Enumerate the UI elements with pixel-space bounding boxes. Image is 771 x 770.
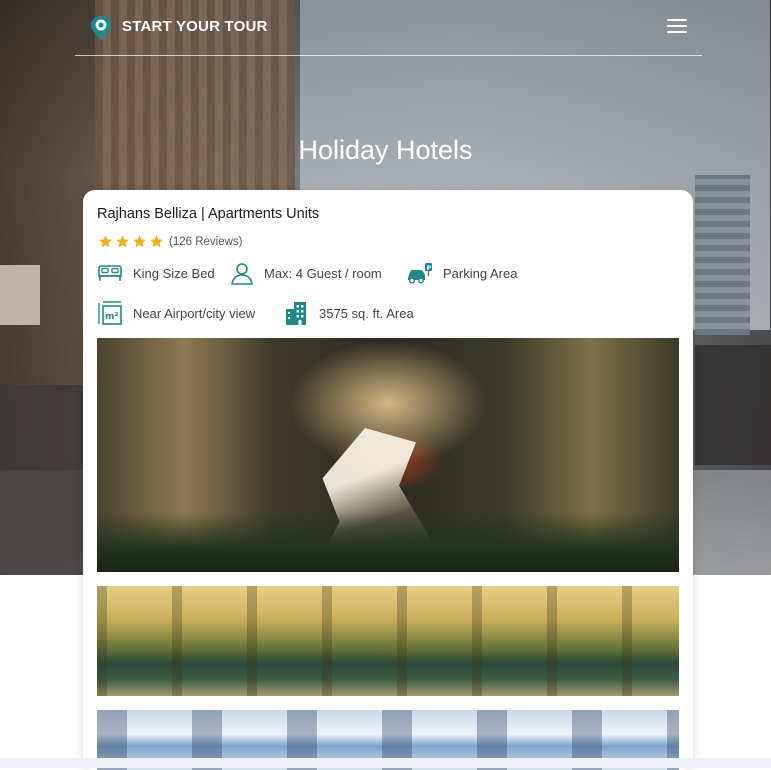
area-m2-icon: m² bbox=[98, 301, 122, 325]
hotel-card[interactable]: Rajhans Belliza | Apartments Units (126 … bbox=[83, 190, 693, 770]
feature-area: 3575 sq. ft. Area bbox=[283, 300, 414, 326]
star-icon bbox=[150, 235, 163, 248]
feature-bed: King Size Bed bbox=[97, 263, 215, 283]
feature-bed-label: King Size Bed bbox=[133, 265, 215, 281]
svg-text:m²: m² bbox=[105, 312, 118, 322]
feature-parking-label: Parking Area bbox=[443, 265, 518, 281]
svg-text:P: P bbox=[427, 264, 432, 272]
top-navbar: START YOUR TOUR bbox=[75, 0, 702, 56]
hero-background-sofa bbox=[0, 385, 95, 575]
hamburger-menu-icon[interactable] bbox=[667, 19, 687, 35]
bed-icon bbox=[98, 265, 122, 281]
review-count[interactable]: (126 Reviews) bbox=[169, 236, 243, 248]
parking-car-icon: P bbox=[408, 263, 432, 284]
building-icon bbox=[286, 302, 306, 325]
feature-guests-label: Max: 4 Guest / room bbox=[264, 265, 382, 281]
hotel-rating: (126 Reviews) bbox=[98, 234, 243, 249]
user-icon bbox=[231, 263, 253, 285]
hero-background-table bbox=[695, 345, 771, 465]
hotel-photo-pool[interactable] bbox=[97, 586, 679, 696]
feature-area-label: 3575 sq. ft. Area bbox=[319, 305, 414, 321]
hotel-name[interactable]: Rajhans Belliza | Apartments Units bbox=[97, 206, 319, 222]
star-icon bbox=[116, 235, 129, 248]
feature-parking: P Parking Area bbox=[406, 262, 517, 284]
star-icon bbox=[133, 235, 146, 248]
hero-background-tower bbox=[695, 175, 750, 335]
page-title: Holiday Hotels bbox=[298, 135, 473, 165]
map-pin-icon[interactable] bbox=[90, 15, 112, 41]
photo-plants bbox=[97, 512, 679, 572]
star-icon bbox=[99, 235, 112, 248]
feature-view-label: Near Airport/city view bbox=[133, 305, 256, 321]
feature-guests: Max: 4 Guest / room bbox=[230, 261, 382, 285]
hotel-photo-lobby[interactable] bbox=[97, 338, 679, 572]
brand-name[interactable]: START YOUR TOUR bbox=[122, 18, 268, 35]
hero-background-lamp bbox=[0, 265, 40, 325]
feature-view: m² Near Airport/city view bbox=[97, 300, 255, 326]
page-bottom-strip bbox=[0, 758, 771, 768]
